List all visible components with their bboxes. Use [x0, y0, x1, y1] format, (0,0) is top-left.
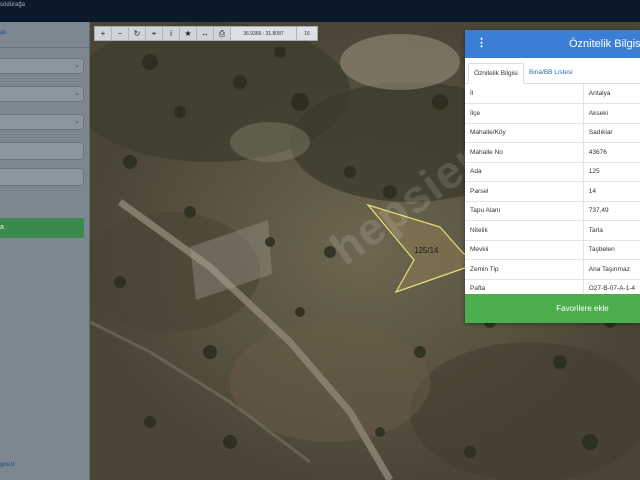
- kebab-menu-icon[interactable]: ⋮: [476, 38, 487, 49]
- table-row: Tapu Alanı 737,49: [465, 201, 640, 221]
- attribute-value: Sadıklar: [583, 123, 640, 143]
- attribute-key: İlçe: [465, 103, 584, 124]
- locate-icon[interactable]: ⌖: [146, 27, 163, 40]
- neighborhood-select[interactable]: ⌄: [0, 114, 84, 130]
- attribute-value: 14: [583, 181, 640, 202]
- table-row: Parsel 14: [465, 181, 640, 202]
- attribute-key: Mahalle No: [465, 142, 584, 163]
- info-icon[interactable]: i: [163, 27, 180, 40]
- table-row: İl Antalya: [465, 84, 640, 104]
- attribute-key: Zemin Tip: [465, 259, 584, 280]
- table-row: Mahalle/Köy Sadıklar: [465, 123, 640, 143]
- table-row: Zemin Tip Ana Taşınmaz: [465, 259, 640, 280]
- query-button[interactable]: a: [0, 218, 84, 238]
- coordinate-readout: 36.9366 : 31.8087: [231, 27, 297, 40]
- attribute-value: Ana Taşınmaz: [583, 259, 640, 280]
- attribute-panel-header: ⋮ Öznitelik Bilgisi: [465, 30, 640, 58]
- district-select[interactable]: ⌄: [0, 86, 84, 102]
- attribute-value: 125: [583, 162, 640, 182]
- attribute-value: 737,49: [583, 201, 640, 221]
- attribute-panel-title: Öznitelik Bilgisi: [569, 38, 640, 50]
- province-select[interactable]: ⌄: [0, 58, 84, 74]
- measure-icon[interactable]: ↔: [197, 27, 214, 40]
- zoom-in-icon[interactable]: +: [95, 27, 112, 40]
- top-bar: södürağa: [0, 0, 640, 22]
- attribute-key: Parsel: [465, 181, 584, 202]
- zoom-out-icon[interactable]: −: [112, 27, 129, 40]
- brand-text: södürağa: [0, 2, 26, 8]
- star-icon[interactable]: ★: [180, 27, 197, 40]
- attribute-key: İl: [465, 84, 584, 104]
- print-icon[interactable]: ⎙: [214, 27, 231, 40]
- attribute-table: İl Antalya İlçe Akseki Mahalle/Köy Sadıklar…: [465, 84, 640, 299]
- attribute-panel: ⋮ Öznitelik Bilgisi Öznitelik Bilgisi Bi…: [465, 30, 640, 323]
- attribute-value: Akseki: [583, 103, 640, 124]
- attribute-value: 43676: [583, 142, 640, 163]
- left-panel-header-text[interactable]: ali: [0, 30, 6, 36]
- block-input[interactable]: [0, 142, 84, 160]
- refresh-icon[interactable]: ↻: [129, 27, 146, 40]
- attribute-value: Tarla: [583, 220, 640, 241]
- footer-link[interactable]: gov.tr: [0, 462, 15, 468]
- zoom-level: 16: [297, 27, 317, 40]
- attribute-key: Mahalle/Köy: [465, 123, 584, 143]
- chevron-down-icon: ⌄: [74, 62, 80, 69]
- parcel-label: 125/14: [414, 246, 439, 255]
- attribute-key: Nitelik: [465, 220, 584, 241]
- attribute-key: Ada: [465, 162, 584, 182]
- add-favorite-button[interactable]: Favorilere ekle: [465, 294, 640, 323]
- tab-building-list[interactable]: Bina/BB Listesi: [524, 63, 578, 84]
- table-row: İlçe Akseki: [465, 103, 640, 124]
- attribute-key: Mevkii: [465, 240, 584, 260]
- table-row: Nitelik Tarla: [465, 220, 640, 241]
- attribute-value: Antalya: [583, 84, 640, 104]
- chevron-down-icon: ⌄: [74, 90, 80, 97]
- table-row: Mahalle No 43676: [465, 142, 640, 163]
- attribute-value: Taşbelen: [583, 240, 640, 260]
- table-row: Ada 125: [465, 162, 640, 182]
- tab-attribute-info[interactable]: Öznitelik Bilgisi: [468, 63, 524, 84]
- map-toolbar: + − ↻ ⌖ i ★ ↔ ⎙ 36.9366 : 31.8087 16: [94, 26, 318, 41]
- query-button-label: a: [0, 224, 4, 231]
- left-panel-header: ali: [0, 22, 89, 48]
- attribute-key: Tapu Alanı: [465, 201, 584, 221]
- table-row: Mevkii Taşbelen: [465, 240, 640, 260]
- chevron-down-icon: ⌄: [74, 118, 80, 125]
- attribute-tabs: Öznitelik Bilgisi Bina/BB Listesi: [465, 58, 640, 84]
- left-search-panel: ali ⌄ ⌄ ⌄ a gov.tr: [0, 22, 90, 480]
- parcel-input[interactable]: [0, 168, 84, 186]
